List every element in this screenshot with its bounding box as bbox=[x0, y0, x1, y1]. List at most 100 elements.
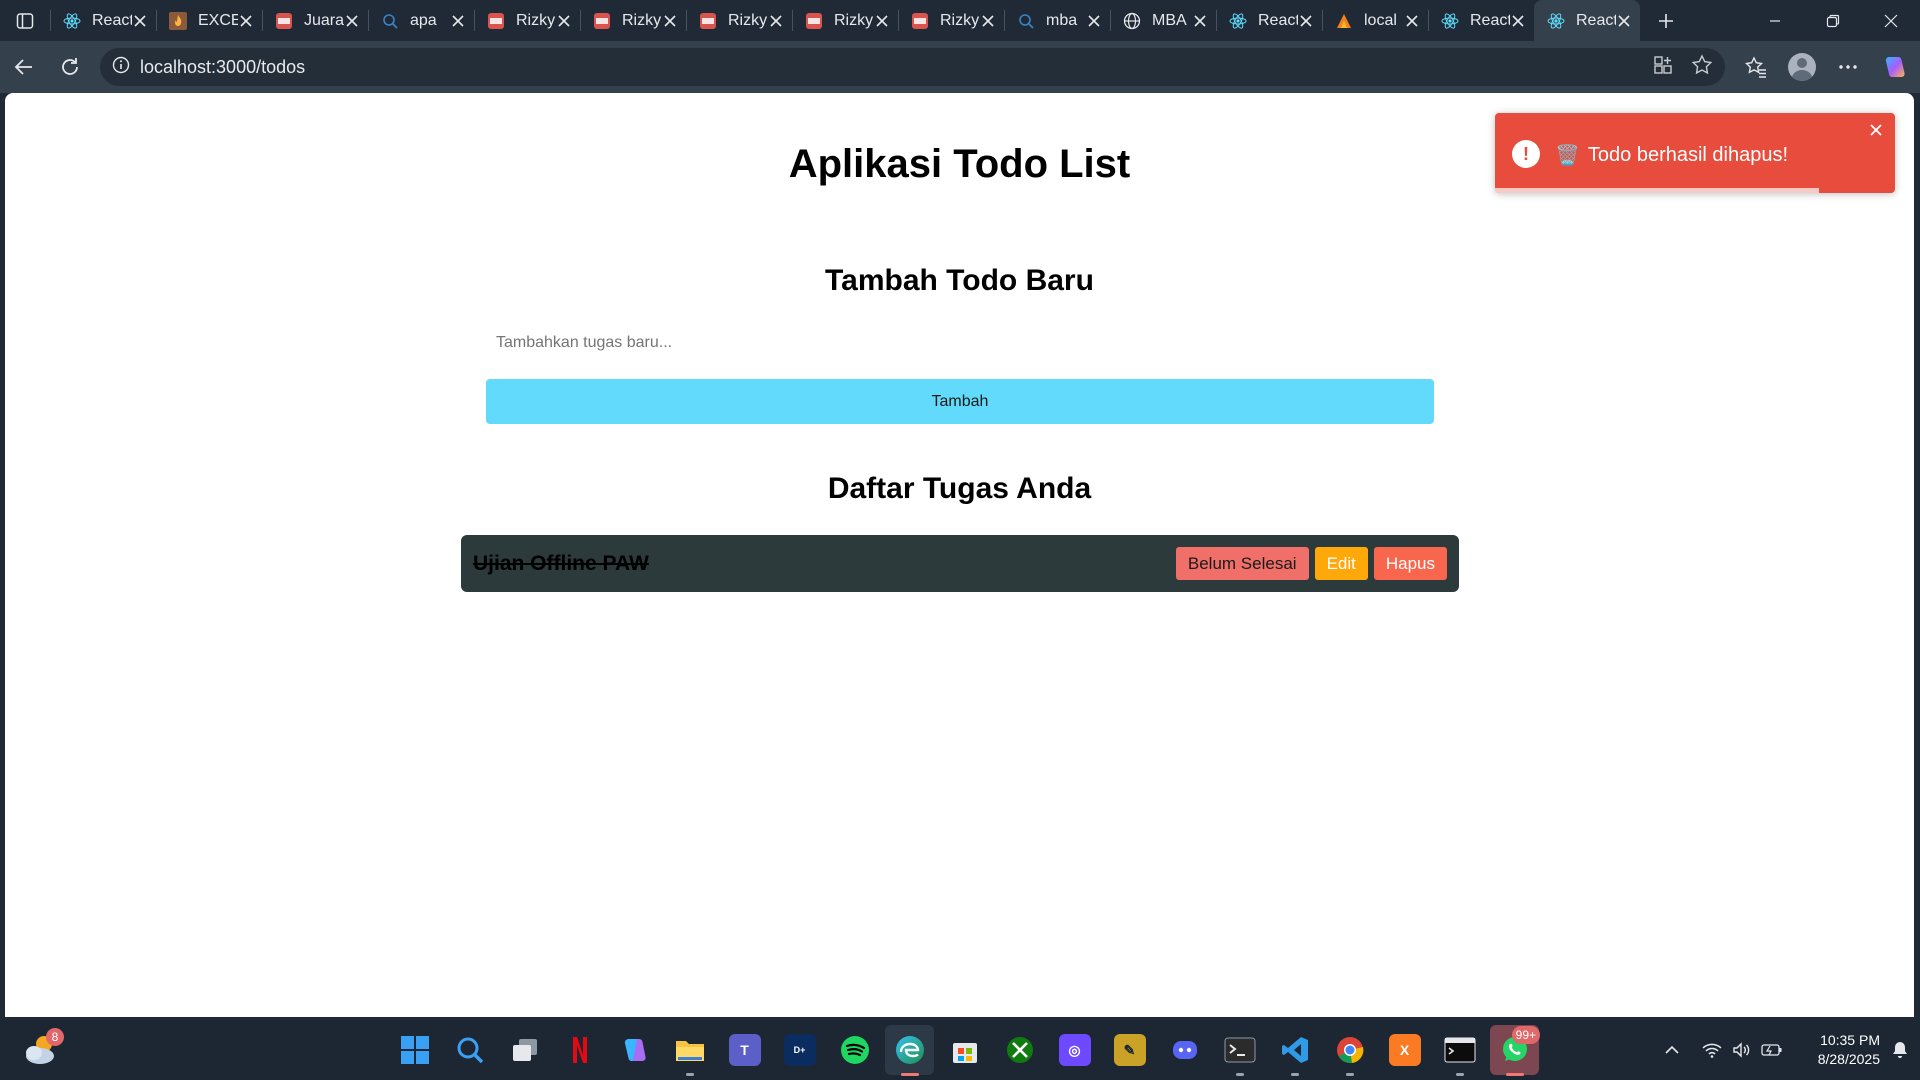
pdf-icon bbox=[804, 11, 824, 31]
tab-label: Rizky bbox=[516, 11, 556, 29]
reload-icon[interactable] bbox=[48, 45, 92, 89]
browser-tab[interactable]: local bbox=[1322, 0, 1428, 41]
close-tab-icon[interactable] bbox=[874, 13, 890, 29]
battery-icon[interactable] bbox=[1758, 1020, 1786, 1080]
close-tab-icon[interactable] bbox=[980, 13, 996, 29]
close-tab-icon[interactable] bbox=[238, 13, 254, 29]
new-todo-input[interactable] bbox=[486, 323, 1434, 363]
browser-tab[interactable]: MBA bbox=[1110, 0, 1216, 41]
notification-bell-icon[interactable] bbox=[1880, 1020, 1920, 1080]
browser-tab[interactable]: Rizky bbox=[686, 0, 792, 41]
new-tab-icon[interactable] bbox=[1644, 0, 1688, 41]
favorites-icon[interactable] bbox=[1738, 49, 1774, 85]
browser-tab[interactable]: Rizky bbox=[580, 0, 686, 41]
system-tray: 10:35 PM 8/28/2025 bbox=[1656, 1020, 1920, 1080]
todo-actions: Belum Selesai Edit Hapus bbox=[1175, 547, 1447, 580]
tab-label: Rizky bbox=[940, 11, 980, 29]
cmd-icon[interactable] bbox=[1432, 1020, 1487, 1080]
toast-message: 🗑️ Todo berhasil dihapus! bbox=[1555, 143, 1788, 168]
close-tab-icon[interactable] bbox=[1616, 13, 1632, 29]
browser-tab[interactable]: Rizky bbox=[898, 0, 1004, 41]
xbox-icon[interactable] bbox=[992, 1020, 1047, 1080]
address-url[interactable]: localhost:3000/todos bbox=[140, 57, 305, 78]
more-options-icon[interactable] bbox=[1830, 49, 1866, 85]
mark-incomplete-button[interactable]: Belum Selesai bbox=[1175, 547, 1309, 580]
site-info-icon[interactable] bbox=[112, 56, 130, 79]
discord-icon[interactable] bbox=[1157, 1020, 1212, 1080]
minimize-icon[interactable] bbox=[1746, 0, 1804, 41]
whatsapp-icon[interactable]: 99+ bbox=[1487, 1020, 1542, 1080]
copilot-app-icon[interactable] bbox=[607, 1020, 662, 1080]
react-icon bbox=[62, 11, 82, 31]
weather-widget[interactable]: 8 bbox=[20, 1028, 64, 1072]
close-window-icon[interactable] bbox=[1862, 0, 1920, 41]
start-icon[interactable] bbox=[387, 1020, 442, 1080]
address-bar[interactable]: localhost:3000/todos bbox=[100, 48, 1725, 86]
clock-date: 8/28/2025 bbox=[1817, 1051, 1880, 1067]
close-tab-icon[interactable] bbox=[344, 13, 360, 29]
todo-text[interactable]: Ujian Offline PAW bbox=[473, 552, 1176, 576]
toast-close-icon[interactable] bbox=[1867, 121, 1885, 139]
toast-text: Todo berhasil dihapus! bbox=[1587, 144, 1789, 166]
browser-tab[interactable]: apa bbox=[368, 0, 474, 41]
close-tab-icon[interactable] bbox=[132, 13, 148, 29]
photo-editor-icon[interactable]: ✎ bbox=[1102, 1020, 1157, 1080]
close-tab-icon[interactable] bbox=[450, 13, 466, 29]
wifi-icon[interactable] bbox=[1698, 1020, 1726, 1080]
delete-todo-button[interactable]: Hapus bbox=[1373, 547, 1447, 580]
pdf-icon bbox=[486, 11, 506, 31]
browser-tab[interactable]: EXCEL bbox=[156, 0, 262, 41]
react-icon bbox=[1228, 11, 1248, 31]
browser-tab[interactable]: Juara bbox=[262, 0, 368, 41]
show-hidden-icons-icon[interactable] bbox=[1658, 1020, 1686, 1080]
proton-icon[interactable]: ◎ bbox=[1047, 1020, 1102, 1080]
close-tab-icon[interactable] bbox=[1086, 13, 1102, 29]
spotify-icon[interactable] bbox=[827, 1020, 882, 1080]
back-icon[interactable] bbox=[2, 45, 46, 89]
browser-tab[interactable]: React bbox=[50, 0, 156, 41]
chrome-icon[interactable] bbox=[1322, 1020, 1377, 1080]
volume-icon[interactable] bbox=[1728, 1020, 1756, 1080]
close-tab-icon[interactable] bbox=[1404, 13, 1420, 29]
close-tab-icon[interactable] bbox=[1192, 13, 1208, 29]
search-icon[interactable] bbox=[442, 1020, 497, 1080]
store-icon[interactable] bbox=[937, 1020, 992, 1080]
close-tab-icon[interactable] bbox=[556, 13, 572, 29]
disney-plus-icon[interactable]: D+ bbox=[772, 1020, 827, 1080]
pdf-icon bbox=[910, 11, 930, 31]
teams-icon[interactable]: T bbox=[717, 1020, 772, 1080]
browser-tab[interactable]: React bbox=[1534, 0, 1640, 41]
xampp-icon[interactable]: X bbox=[1377, 1020, 1432, 1080]
sidebar-toggle-icon[interactable] bbox=[0, 0, 50, 41]
app-available-icon[interactable] bbox=[1653, 55, 1673, 80]
pdf-icon bbox=[592, 11, 612, 31]
close-tab-icon[interactable] bbox=[662, 13, 678, 29]
netflix-icon[interactable] bbox=[552, 1020, 607, 1080]
restore-icon[interactable] bbox=[1804, 0, 1862, 41]
browser-tab[interactable]: React bbox=[1428, 0, 1534, 41]
profile-avatar[interactable] bbox=[1784, 49, 1820, 85]
clock[interactable]: 10:35 PM 8/28/2025 bbox=[1794, 1031, 1880, 1069]
browser-tab[interactable]: React bbox=[1216, 0, 1322, 41]
browser-tab[interactable]: Rizky bbox=[474, 0, 580, 41]
close-tab-icon[interactable] bbox=[768, 13, 784, 29]
browser-tab[interactable]: Rizky bbox=[792, 0, 898, 41]
task-view-icon[interactable] bbox=[497, 1020, 552, 1080]
edge-icon[interactable] bbox=[882, 1020, 937, 1080]
close-tab-icon[interactable] bbox=[1298, 13, 1314, 29]
react-icon bbox=[1440, 11, 1460, 31]
clock-time: 10:35 PM bbox=[1820, 1032, 1880, 1048]
tab-label: MBA bbox=[1152, 11, 1187, 29]
pdf-icon bbox=[274, 11, 294, 31]
close-tab-icon[interactable] bbox=[1510, 13, 1526, 29]
toolbar-right bbox=[1738, 41, 1912, 93]
vscode-icon[interactable] bbox=[1267, 1020, 1322, 1080]
add-todo-button[interactable]: Tambah bbox=[486, 379, 1434, 424]
terminal-icon[interactable] bbox=[1212, 1020, 1267, 1080]
file-explorer-icon[interactable] bbox=[662, 1020, 717, 1080]
copilot-icon[interactable] bbox=[1876, 49, 1912, 85]
favorite-star-icon[interactable] bbox=[1691, 53, 1713, 81]
browser-tab[interactable]: mba bbox=[1004, 0, 1110, 41]
pdf-icon bbox=[698, 11, 718, 31]
edit-todo-button[interactable]: Edit bbox=[1314, 547, 1368, 580]
